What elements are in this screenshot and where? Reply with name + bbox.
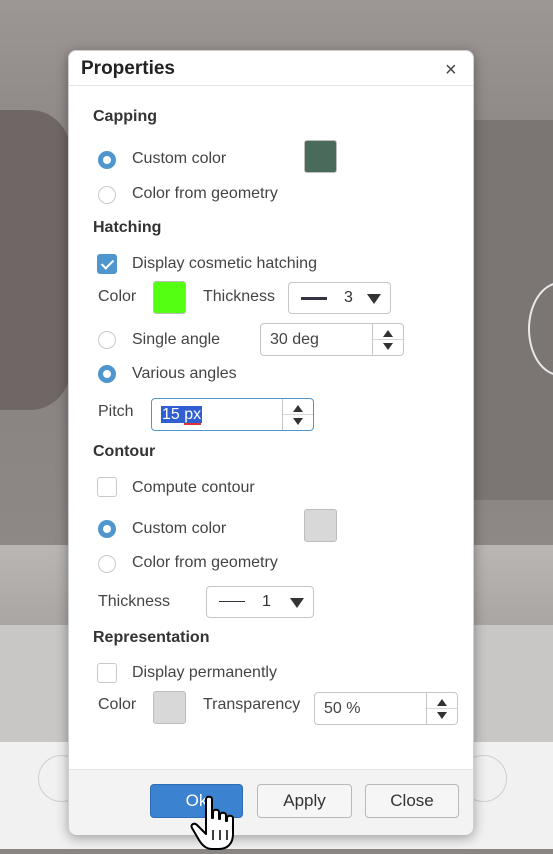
various-angles-radio[interactable]	[98, 365, 116, 383]
transparency-value: 50 %	[324, 700, 361, 717]
capping-custom-color-radio[interactable]	[98, 151, 116, 169]
spinner-down-icon[interactable]	[437, 712, 447, 719]
compute-contour-label: Compute contour	[132, 479, 255, 496]
title-divider	[69, 85, 473, 86]
spinner-down-icon[interactable]	[383, 343, 393, 350]
dialog-footer: Ok Apply Close	[69, 769, 473, 835]
hand-cursor-icon	[190, 795, 234, 850]
contour-thickness-dropdown[interactable]: 1	[206, 586, 314, 618]
contour-color-from-geometry-label: Color from geometry	[132, 554, 278, 571]
close-button[interactable]: Close	[365, 784, 459, 818]
representation-color-swatch[interactable]	[153, 691, 186, 724]
hatching-section-title: Hatching	[93, 219, 162, 236]
transparency-label: Transparency	[203, 696, 301, 713]
spinner-up-icon[interactable]	[437, 699, 447, 706]
spinner-down-icon[interactable]	[293, 418, 303, 425]
representation-section-title: Representation	[93, 629, 210, 646]
display-cosmetic-hatching-checkbox[interactable]	[97, 254, 117, 274]
properties-dialog: Properties × Capping Custom color Color …	[68, 50, 474, 835]
hatching-thickness-label: Thickness	[203, 288, 276, 305]
display-cosmetic-hatching-label: Display cosmetic hatching	[132, 255, 317, 272]
line-thickness-icon	[301, 297, 327, 300]
contour-custom-color-radio[interactable]	[98, 520, 116, 538]
contour-section-title: Contour	[93, 443, 156, 460]
spinner-up-icon[interactable]	[383, 330, 393, 337]
apply-button[interactable]: Apply	[257, 784, 352, 818]
contour-color-swatch[interactable]	[304, 509, 337, 542]
pitch-label: Pitch	[98, 403, 134, 420]
display-permanently-checkbox[interactable]	[97, 663, 117, 683]
capping-color-from-geometry-radio[interactable]	[98, 186, 116, 204]
chevron-down-icon	[290, 598, 304, 608]
close-icon[interactable]: ×	[445, 59, 457, 82]
single-angle-value: 30 deg	[270, 331, 319, 348]
hatching-thickness-value: 3	[344, 289, 353, 306]
pitch-spinner[interactable]: 15 px	[151, 398, 314, 431]
single-angle-spinner[interactable]: 30 deg	[260, 323, 404, 356]
compute-contour-checkbox[interactable]	[97, 477, 117, 497]
single-angle-radio[interactable]	[98, 331, 116, 349]
contour-thickness-value: 1	[262, 593, 271, 610]
capping-custom-color-label: Custom color	[132, 150, 227, 167]
line-thickness-icon	[219, 601, 245, 602]
hatching-thickness-dropdown[interactable]: 3	[288, 282, 391, 314]
single-angle-label: Single angle	[132, 331, 221, 348]
various-angles-label: Various angles	[132, 365, 237, 382]
capping-section-title: Capping	[93, 108, 157, 125]
display-permanently-label: Display permanently	[132, 664, 277, 681]
dialog-title: Properties	[81, 58, 175, 79]
spinner-up-icon[interactable]	[293, 405, 303, 412]
hatching-color-label: Color	[98, 288, 137, 305]
capping-color-from-geometry-label: Color from geometry	[132, 185, 278, 202]
transparency-spinner[interactable]: 50 %	[314, 692, 458, 725]
contour-thickness-label: Thickness	[98, 593, 171, 610]
chevron-down-icon	[367, 294, 381, 304]
representation-color-label: Color	[98, 696, 137, 713]
contour-custom-color-label: Custom color	[132, 520, 227, 537]
contour-color-from-geometry-radio[interactable]	[98, 555, 116, 573]
pitch-value[interactable]: 15 px	[161, 406, 203, 425]
hatching-color-swatch[interactable]	[153, 281, 186, 314]
capping-color-swatch[interactable]	[304, 140, 337, 173]
